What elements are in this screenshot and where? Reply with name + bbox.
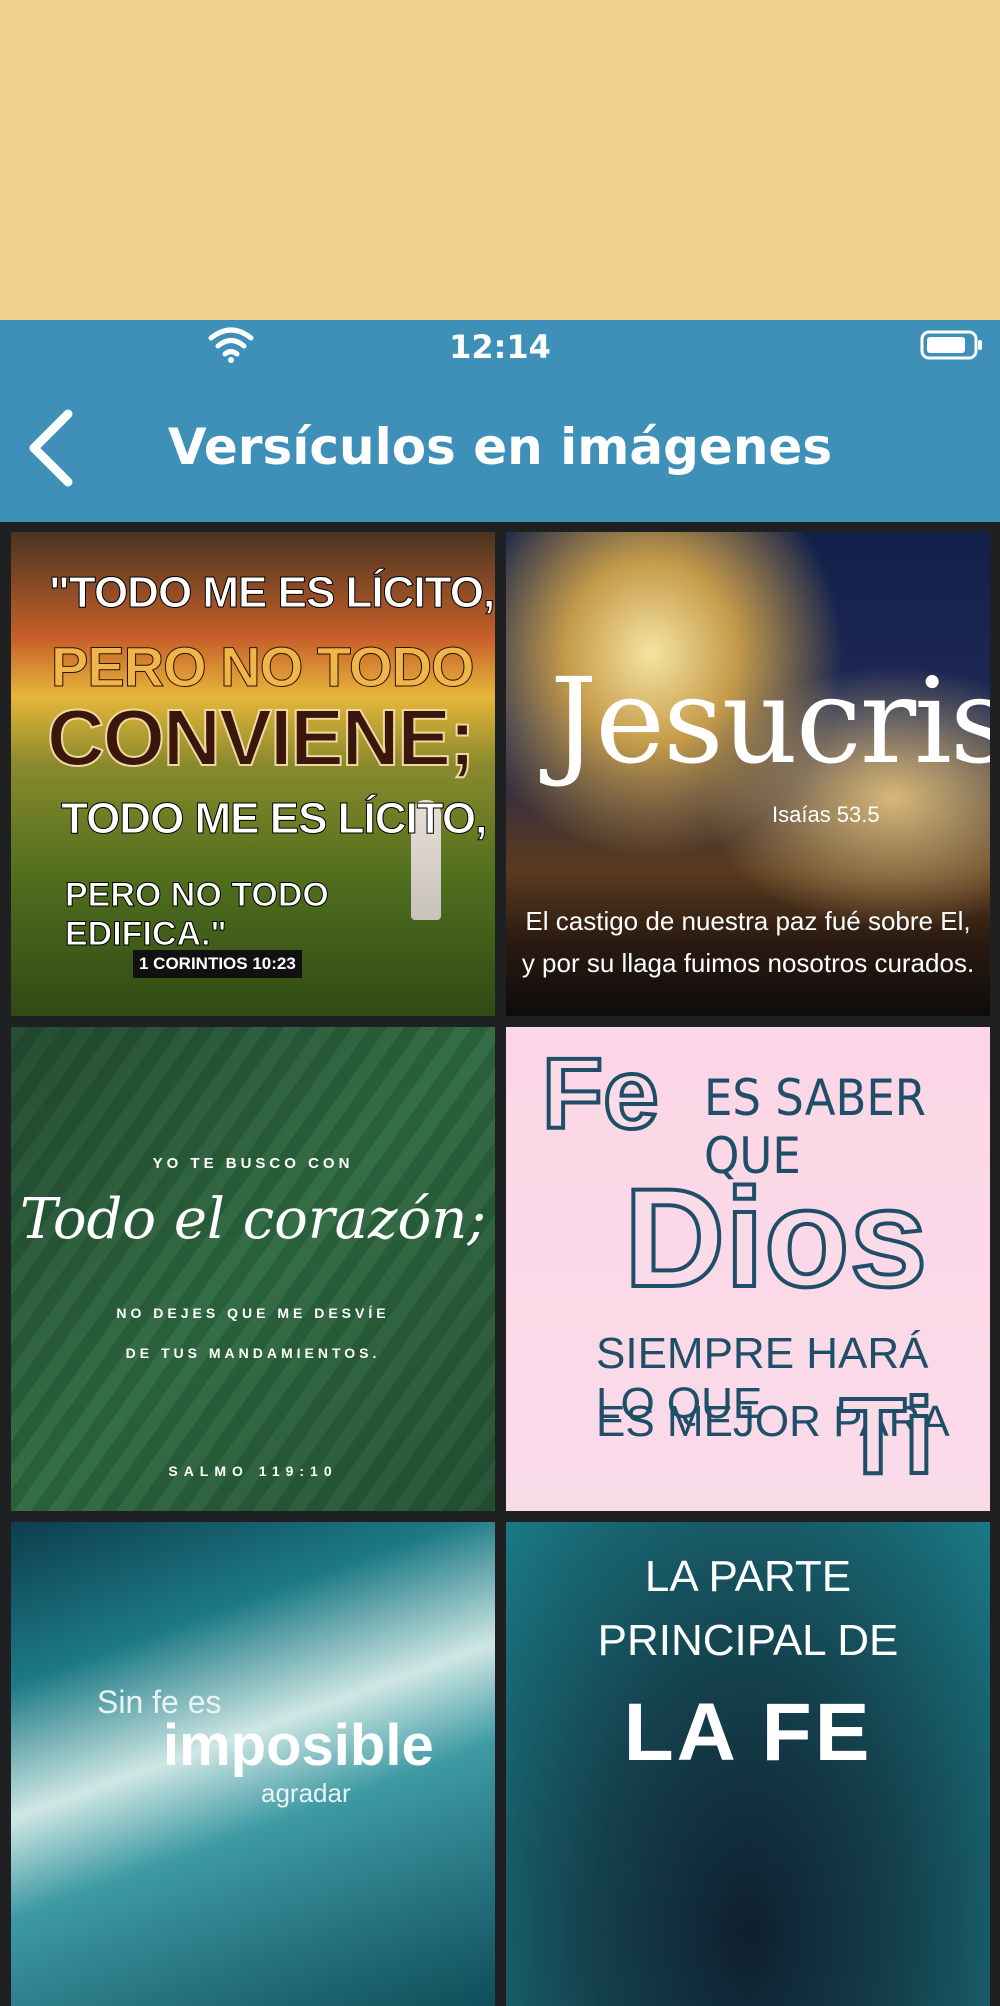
verse-reference: SALMO 119:10 — [168, 1463, 338, 1479]
verse-image-4[interactable]: Fe ES SABER QUE Dios SIEMPRE HARÁ LO QUE… — [506, 1027, 990, 1511]
status-bar: 12:14 — [0, 320, 1000, 372]
verse-line: "TODO ME ES LÍCITO, — [48, 568, 495, 618]
verse-line: Dios — [622, 1157, 929, 1318]
field-shadow — [11, 1027, 495, 1511]
verse-image-3[interactable]: YO TE BUSCO CON Todo el corazón; NO DEJE… — [11, 1027, 495, 1511]
verse-line: Ti — [838, 1373, 936, 1498]
battery-icon — [920, 330, 982, 360]
verse-line: NO DEJES QUE ME DESVÍE — [116, 1305, 390, 1321]
verse-line: PRINCIPAL DE — [597, 1616, 899, 1665]
verse-line: LA PARTE — [644, 1552, 852, 1601]
verse-image-5[interactable]: Sin fe es imposible agradar — [11, 1522, 495, 2006]
verse-line: CONVIENE; — [46, 692, 476, 783]
verse-line: y por su llaga fuimos nosotros curados. — [521, 948, 975, 978]
verse-line: DE TUS MANDAMIENTOS. — [125, 1345, 381, 1361]
verse-line: PERO NO TODO — [51, 635, 476, 699]
status-time: 12:14 — [449, 328, 551, 366]
verse-line: agradar — [261, 1778, 351, 1808]
verse-line: El castigo de nuestra paz fué sobre El, — [525, 906, 971, 936]
verse-image-1[interactable]: "TODO ME ES LÍCITO, PERO NO TODO CONVIEN… — [11, 532, 495, 1016]
top-banner — [0, 0, 1000, 320]
verse-image-6[interactable]: LA PARTE PRINCIPAL DE LA FE — [506, 1522, 990, 2006]
page-title: Versículos en imágenes — [167, 418, 833, 476]
verse-line: PERO NO TODO EDIFICA." — [65, 876, 330, 954]
verse-title: Jesucristo — [550, 652, 990, 790]
verse-reference: 1 CORINTIOS 10:23 — [133, 950, 302, 978]
verse-line: LA FE — [623, 1687, 873, 1778]
verse-line: imposible — [163, 1713, 434, 1778]
verse-reference: Isaías 53.5 — [772, 802, 880, 827]
nav-bar: Versículos en imágenes — [0, 372, 1000, 522]
verse-line: TODO ME ES LÍCITO, — [60, 794, 487, 844]
verse-line: Todo el corazón; — [19, 1187, 487, 1252]
image-grid: "TODO ME ES LÍCITO, PERO NO TODO CONVIEN… — [0, 522, 1000, 2006]
verse-image-2[interactable]: Jesucristo Isaías 53.5 El castigo de nue… — [506, 532, 990, 1016]
verse-line: Fe — [540, 1036, 661, 1152]
verse-line: YO TE BUSCO CON — [152, 1155, 354, 1172]
